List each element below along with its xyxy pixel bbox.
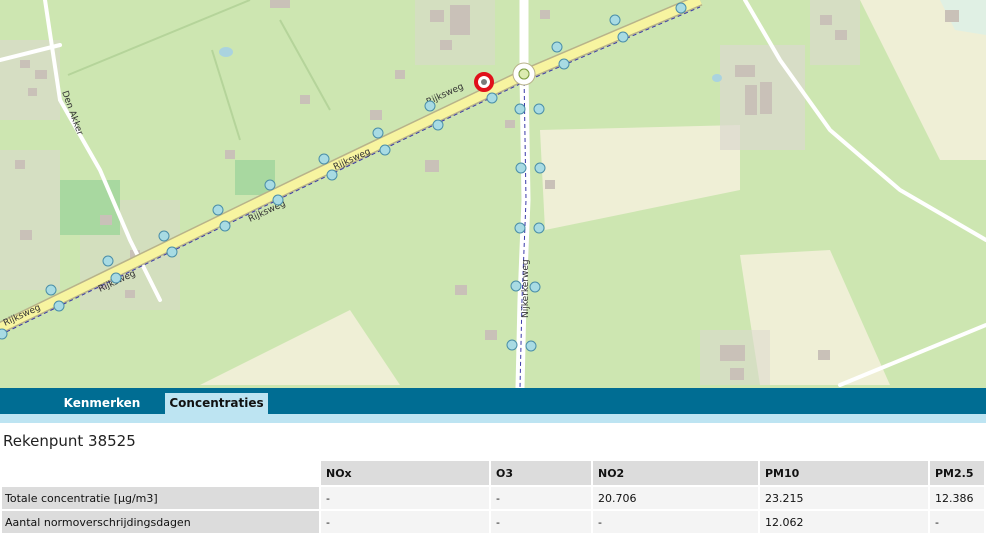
tab-underline-bar: [0, 414, 986, 423]
table-cell: 20.706: [593, 485, 758, 509]
table-cell: -: [321, 509, 489, 533]
table-row: Totale concentratie [µg/m3] - - 20.706 2…: [2, 485, 984, 509]
tab-kenmerken[interactable]: Kenmerken: [53, 393, 151, 414]
table-header-row: NOx O3 NO2 PM10 PM2.5: [2, 461, 984, 485]
column-header-pm10: PM10: [760, 461, 928, 485]
map-view[interactable]: Rijksweg Rijksweg Rijksweg Rijksweg Rijk…: [0, 0, 986, 388]
panel-title: Rekenpunt 38525: [3, 432, 136, 450]
table-cell: 12.386: [930, 485, 984, 509]
table-cell: -: [491, 509, 591, 533]
table-cell: 12.062: [760, 509, 928, 533]
water: [712, 74, 722, 82]
column-header-o3: O3: [491, 461, 591, 485]
residential-area: [0, 150, 60, 290]
table-cell: -: [321, 485, 489, 509]
wood-patch: [60, 180, 120, 235]
column-header-pm25: PM2.5: [930, 461, 984, 485]
concentrations-table: NOx O3 NO2 PM10 PM2.5 Totale concentrati…: [0, 461, 986, 533]
row-label: Aantal normoverschrijdingsdagen: [2, 509, 319, 533]
table-cell: -: [593, 509, 758, 533]
tab-concentraties[interactable]: Concentraties: [165, 393, 268, 414]
tab-bar: Kenmerken Concentraties: [0, 388, 986, 414]
row-label: Totale concentratie [µg/m3]: [2, 485, 319, 509]
table-cell: -: [491, 485, 591, 509]
table-cell: -: [930, 509, 984, 533]
calculation-point[interactable]: [518, 68, 530, 80]
column-header-no2: NO2: [593, 461, 758, 485]
water: [219, 47, 233, 57]
table-row: Aantal normoverschrijdingsdagen - - - 12…: [2, 509, 984, 533]
selected-point-marker[interactable]: [474, 72, 494, 92]
road-label-nijkerkerweg: Nijkerkerweg: [521, 259, 531, 318]
table-cell: 23.215: [760, 485, 928, 509]
column-header-nox: NOx: [321, 461, 489, 485]
table-corner: [2, 461, 319, 485]
